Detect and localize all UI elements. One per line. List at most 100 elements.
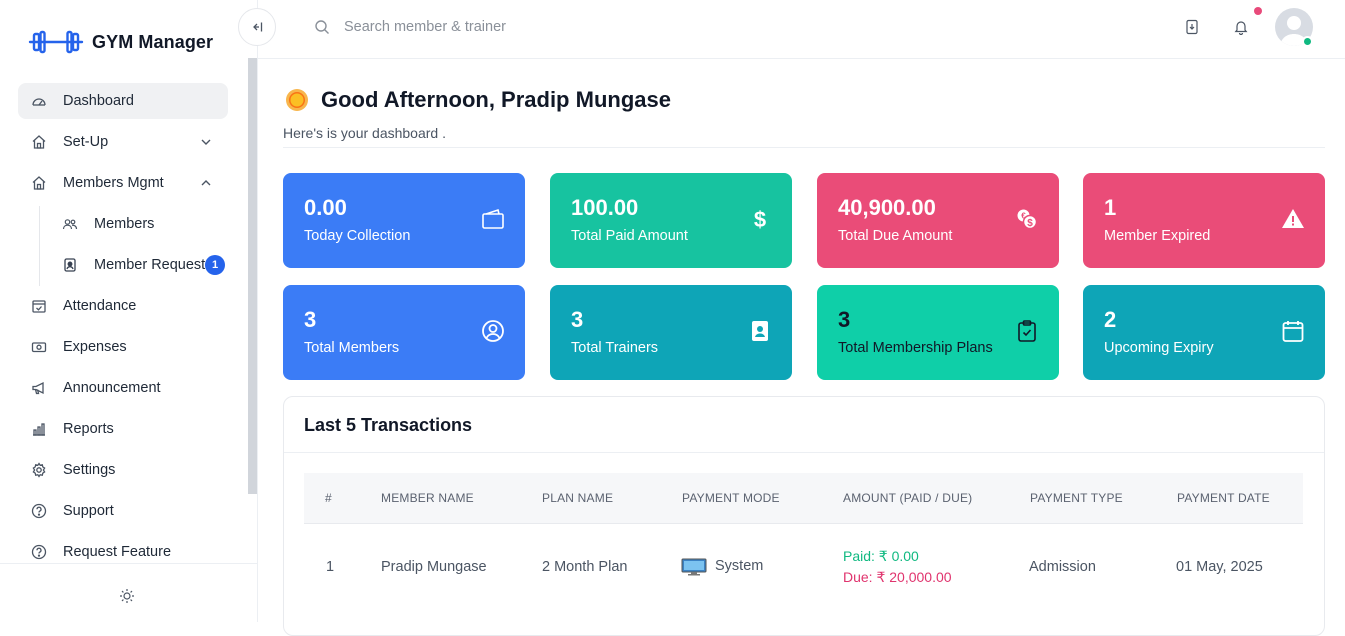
warning-icon: [1282, 209, 1304, 228]
cell-amount-paid: Paid: ₹ 0.00: [843, 548, 919, 564]
greeting-header: Good Afternoon, Pradip Mungase: [285, 87, 671, 113]
cell-payment-type: Admission: [1029, 559, 1096, 575]
column-header: #: [325, 491, 332, 505]
sidebar-item-members[interactable]: Members: [18, 206, 228, 242]
stat-value: 3: [304, 307, 317, 332]
cell-amount-due: Due: ₹ 20,000.00: [843, 569, 952, 585]
chevron-down-icon: [201, 139, 211, 145]
sidebar-item-member-request[interactable]: Member Request: [18, 247, 228, 283]
stat-value: 0.00: [304, 195, 347, 220]
calendar-check-icon: [32, 300, 46, 313]
id-card-icon: [64, 258, 76, 272]
column-header[interactable]: PAYMENT MODE: [682, 491, 780, 505]
sidebar-scrollbar[interactable]: [248, 58, 257, 494]
svg-text:€: €: [1021, 212, 1026, 221]
stat-card-total-members[interactable]: 3 Total Members: [283, 285, 525, 380]
cell-payment-date: 01 May, 2025: [1176, 559, 1263, 575]
dollar-icon: $: [754, 207, 766, 231]
sidebar-item-label: Attendance: [63, 298, 137, 314]
notification-dot: [1254, 7, 1262, 15]
theme-toggle-sun-icon[interactable]: [119, 588, 135, 604]
stat-label: Member Expired: [1104, 228, 1211, 244]
column-header[interactable]: MEMBER NAME: [381, 491, 474, 505]
stat-label: Total Paid Amount: [571, 228, 688, 244]
search-input[interactable]: [344, 14, 644, 40]
column-header[interactable]: PAYMENT DATE: [1177, 491, 1270, 505]
sidebar-item-members-mgmt[interactable]: Members Mgmt: [18, 165, 228, 201]
megaphone-icon: [32, 381, 44, 395]
column-header[interactable]: AMOUNT (PAID / DUE): [843, 491, 972, 505]
cell-member-name: Pradip Mungase: [381, 559, 487, 575]
transactions-panel: Last 5 Transactions # MEMBER NAME PLAN N…: [283, 396, 1325, 636]
coins-icon: $€: [1017, 209, 1038, 230]
stat-card-total-paid[interactable]: 100.00 Total Paid Amount $: [550, 173, 792, 268]
sidebar-item-support[interactable]: Support: [18, 493, 228, 529]
stat-label: Today Collection: [304, 228, 411, 244]
user-circle-icon: [482, 320, 504, 342]
page-title: Good Afternoon, Pradip Mungase: [321, 87, 671, 112]
sun-emoji-icon: [286, 89, 308, 111]
sidebar-item-settings[interactable]: Settings: [18, 452, 228, 488]
stat-card-total-due[interactable]: 40,900.00 Total Due Amount $ €: [817, 173, 1059, 268]
top-bar: [238, 0, 1345, 59]
bar-chart-icon: [33, 423, 45, 436]
users-icon: [62, 219, 78, 230]
collapse-sidebar-button[interactable]: [238, 8, 276, 46]
svg-text:$: $: [1027, 218, 1033, 229]
transactions-title: Last 5 Transactions: [304, 415, 473, 435]
stat-card-member-expired[interactable]: 1 Member Expired: [1083, 173, 1325, 268]
column-header[interactable]: PAYMENT TYPE: [1030, 491, 1123, 505]
install-app-icon[interactable]: [1184, 19, 1200, 35]
stat-value: 3: [571, 307, 584, 332]
online-status-dot: [1302, 36, 1313, 47]
sidebar-footer: [0, 563, 257, 622]
clipboard-check-icon: [1018, 320, 1036, 342]
bell-icon[interactable]: [1233, 19, 1249, 35]
sidebar-item-label: Expenses: [63, 339, 127, 355]
stat-card-today-collection[interactable]: 0.00 Today Collection: [283, 173, 525, 268]
wallet-icon: [482, 208, 504, 229]
stat-value: 2: [1104, 307, 1117, 332]
sidebar-item-label: Announcement: [63, 380, 161, 396]
sidebar-item-dashboard[interactable]: Dashboard: [18, 83, 228, 119]
money-icon: [31, 342, 47, 353]
sidebar-item-attendance[interactable]: Attendance: [18, 288, 228, 324]
page-subtitle: Here's is your dashboard .: [283, 125, 446, 141]
sidebar-item-label: Reports: [63, 421, 114, 437]
sidebar-item-label: Dashboard: [63, 93, 134, 109]
stat-card-total-plans[interactable]: 3 Total Membership Plans: [817, 285, 1059, 380]
gear-icon: [32, 462, 46, 478]
sidebar-item-announcement[interactable]: Announcement: [18, 370, 228, 406]
sidebar-item-label: Members Mgmt: [63, 175, 164, 191]
id-badge-icon: [752, 321, 768, 341]
sidebar-item-label: Member Request: [94, 257, 206, 273]
gauge-icon: [32, 98, 46, 106]
search-icon: [315, 20, 329, 34]
stat-label: Total Members: [304, 340, 400, 356]
stat-label: Total Trainers: [571, 340, 659, 356]
stat-label: Total Due Amount: [838, 228, 953, 244]
calendar-icon: [1282, 321, 1304, 342]
collapse-left-icon: [253, 22, 263, 32]
stat-label: Upcoming Expiry: [1104, 340, 1214, 356]
computer-monitor-icon: [681, 558, 707, 576]
stat-label: Total Membership Plans: [838, 340, 993, 356]
stat-card-upcoming-expiry[interactable]: 2 Upcoming Expiry: [1083, 285, 1325, 380]
app-logo[interactable]: GYM Manager: [28, 30, 213, 54]
member-request-count-badge: 1: [205, 255, 225, 275]
cell-index: 1: [326, 559, 335, 575]
sidebar-item-label: Support: [63, 503, 114, 519]
chevron-up-icon: [201, 180, 211, 186]
sidebar-item-setup[interactable]: Set-Up: [18, 124, 228, 160]
sidebar-item-expenses[interactable]: Expenses: [18, 329, 228, 365]
column-header[interactable]: PLAN NAME: [542, 491, 613, 505]
cell-plan-name: 2 Month Plan: [542, 559, 628, 575]
sidebar-item-reports[interactable]: Reports: [18, 411, 228, 447]
home-icon: [32, 135, 46, 149]
cell-payment-mode: System: [715, 558, 764, 574]
stat-value: 100.00: [571, 195, 639, 220]
panel-divider: [284, 452, 1324, 453]
stat-card-total-trainers[interactable]: 3 Total Trainers: [550, 285, 792, 380]
help-circle-icon: [31, 544, 47, 560]
sidebar: GYM Manager Dashboard Set-Up Members Mgm…: [0, 0, 258, 622]
